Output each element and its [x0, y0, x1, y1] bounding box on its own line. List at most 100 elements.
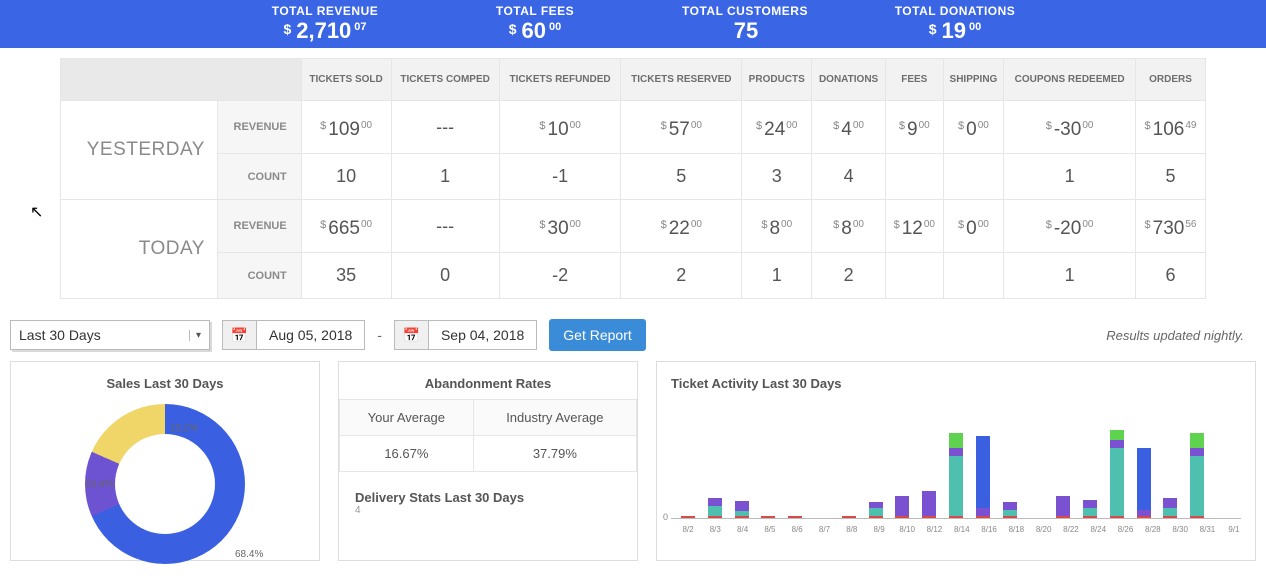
- bar-segment-red: [681, 516, 695, 518]
- activity-bar: [1163, 498, 1177, 518]
- bar-segment-purple: [976, 508, 990, 516]
- x-tick: 8/8: [845, 525, 859, 534]
- cell: 0: [391, 253, 499, 299]
- activity-panel: Ticket Activity Last 30 Days 0 8/28/38/4…: [656, 361, 1256, 561]
- cell: [885, 253, 943, 299]
- metric-value: $ 2,710 07: [220, 18, 430, 44]
- bar-segment-red: [1003, 516, 1017, 518]
- x-tick: 8/14: [954, 525, 968, 534]
- money-value: $10900: [320, 119, 372, 141]
- bar-segment-red: [842, 516, 856, 518]
- sales-donut: 68.4% 13.2% 18.4%: [75, 399, 255, 579]
- cell: $800: [812, 200, 886, 253]
- get-report-button[interactable]: Get Report: [549, 319, 645, 351]
- col-header: SHIPPING: [943, 59, 1004, 101]
- bar-segment-teal: [1110, 448, 1124, 516]
- metric-label: TOTAL FEES: [430, 4, 640, 18]
- cell: -2: [499, 253, 621, 299]
- lower-panels: Sales Last 30 Days 68.4% 13.2% 18.4% Aba…: [0, 351, 1266, 561]
- x-tick: 8/26: [1118, 525, 1132, 534]
- bar-segment-purple: [922, 491, 936, 516]
- cell: $1200: [885, 200, 943, 253]
- money-value: $000: [958, 119, 989, 141]
- bar-segment-purple: [1190, 448, 1204, 456]
- activity-bar: [895, 496, 909, 518]
- bar-segment-purple: [895, 496, 909, 516]
- bar-segment-red: [1083, 516, 1097, 518]
- bar-segment-teal: [1190, 456, 1204, 516]
- activity-bar: [1003, 502, 1017, 518]
- cell: 2: [812, 253, 886, 299]
- activity-bar: [842, 516, 856, 518]
- bar-segment-red: [708, 516, 722, 518]
- x-tick: 8/18: [1009, 525, 1023, 534]
- cell: [885, 154, 943, 200]
- delivery-subvalue: 4: [339, 505, 637, 516]
- money-value: $400: [833, 119, 864, 141]
- abandon-panel: Abandonment Rates Your Average Industry …: [338, 361, 638, 561]
- money-value: $66500: [320, 218, 372, 240]
- row-day: TODAY: [61, 200, 218, 299]
- money-value: $2200: [661, 218, 702, 240]
- bar-segment-purple: [708, 498, 722, 506]
- cell: 10: [301, 154, 391, 200]
- bar-segment-purple: [949, 448, 963, 456]
- cell: ---: [391, 101, 499, 154]
- date-from-value: Aug 05, 2018: [257, 327, 364, 343]
- activity-chart: 0: [671, 399, 1241, 519]
- range-preset-select[interactable]: Last 30 Days ▾: [10, 320, 210, 350]
- abandon-title: Abandonment Rates: [339, 362, 637, 399]
- x-tick: 8/16: [981, 525, 995, 534]
- date-to-input[interactable]: 📅 Sep 04, 2018: [394, 320, 537, 350]
- slice-label: 18.4%: [85, 479, 113, 490]
- cell: $2400: [742, 101, 812, 154]
- activity-bar: [1083, 500, 1097, 518]
- cell-text: ---: [436, 216, 454, 236]
- metric-value: $ 60 00: [430, 18, 640, 44]
- bar-segment-purple: [1083, 500, 1097, 508]
- date-separator: -: [377, 327, 382, 343]
- cell: [943, 253, 1004, 299]
- bar-segment-purple: [1056, 496, 1070, 516]
- abandon-value: 16.67%: [340, 436, 474, 472]
- activity-bar: [1137, 448, 1151, 518]
- cell: 1: [742, 253, 812, 299]
- x-tick: 8/24: [1090, 525, 1104, 534]
- money-value: $800: [833, 218, 864, 240]
- x-tick: 8/2: [681, 525, 695, 534]
- cell: $73056: [1136, 200, 1206, 253]
- money-value: $800: [761, 218, 792, 240]
- bar-segment-red: [1137, 516, 1151, 518]
- metric-total-donations: TOTAL DONATIONS $ 19 00: [850, 4, 1060, 44]
- bar-segment-teal: [1083, 508, 1097, 516]
- bar-segment-teal: [949, 456, 963, 516]
- bar-segment-red: [761, 516, 775, 518]
- date-from-input[interactable]: 📅 Aug 05, 2018: [222, 320, 365, 350]
- col-header: TICKETS RESERVED: [621, 59, 742, 101]
- activity-bar: [1056, 496, 1070, 518]
- cell: $-2000: [1004, 200, 1136, 253]
- row-sublabel: COUNT: [217, 253, 301, 299]
- col-blank: [61, 59, 302, 101]
- activity-bar: [1190, 433, 1204, 518]
- bar-segment-red: [1190, 516, 1204, 518]
- metric-value: 75: [640, 18, 850, 44]
- activity-bar: [681, 516, 695, 518]
- money-value: $10649: [1145, 119, 1197, 141]
- summary-table: TICKETS SOLD TICKETS COMPED TICKETS REFU…: [60, 58, 1206, 299]
- cell: $800: [742, 200, 812, 253]
- x-tick: 8/7: [817, 525, 831, 534]
- bar-segment-red: [949, 516, 963, 518]
- table-row: YESTERDAY REVENUE $10900 --- $1000 $5700…: [61, 101, 1206, 154]
- cell: $-3000: [1004, 101, 1136, 154]
- cell: ---: [391, 200, 499, 253]
- col-header: TICKETS SOLD: [301, 59, 391, 101]
- bar-segment-teal: [708, 506, 722, 516]
- cell: 4: [812, 154, 886, 200]
- x-tick: 8/4: [736, 525, 750, 534]
- table-row: COUNT350-221216: [61, 253, 1206, 299]
- slice-label: 13.2%: [170, 423, 198, 434]
- bar-segment-red: [1110, 516, 1124, 518]
- summary-bar: TOTAL REVENUE $ 2,710 07 TOTAL FEES $ 60…: [0, 0, 1266, 48]
- cell: 1: [1004, 154, 1136, 200]
